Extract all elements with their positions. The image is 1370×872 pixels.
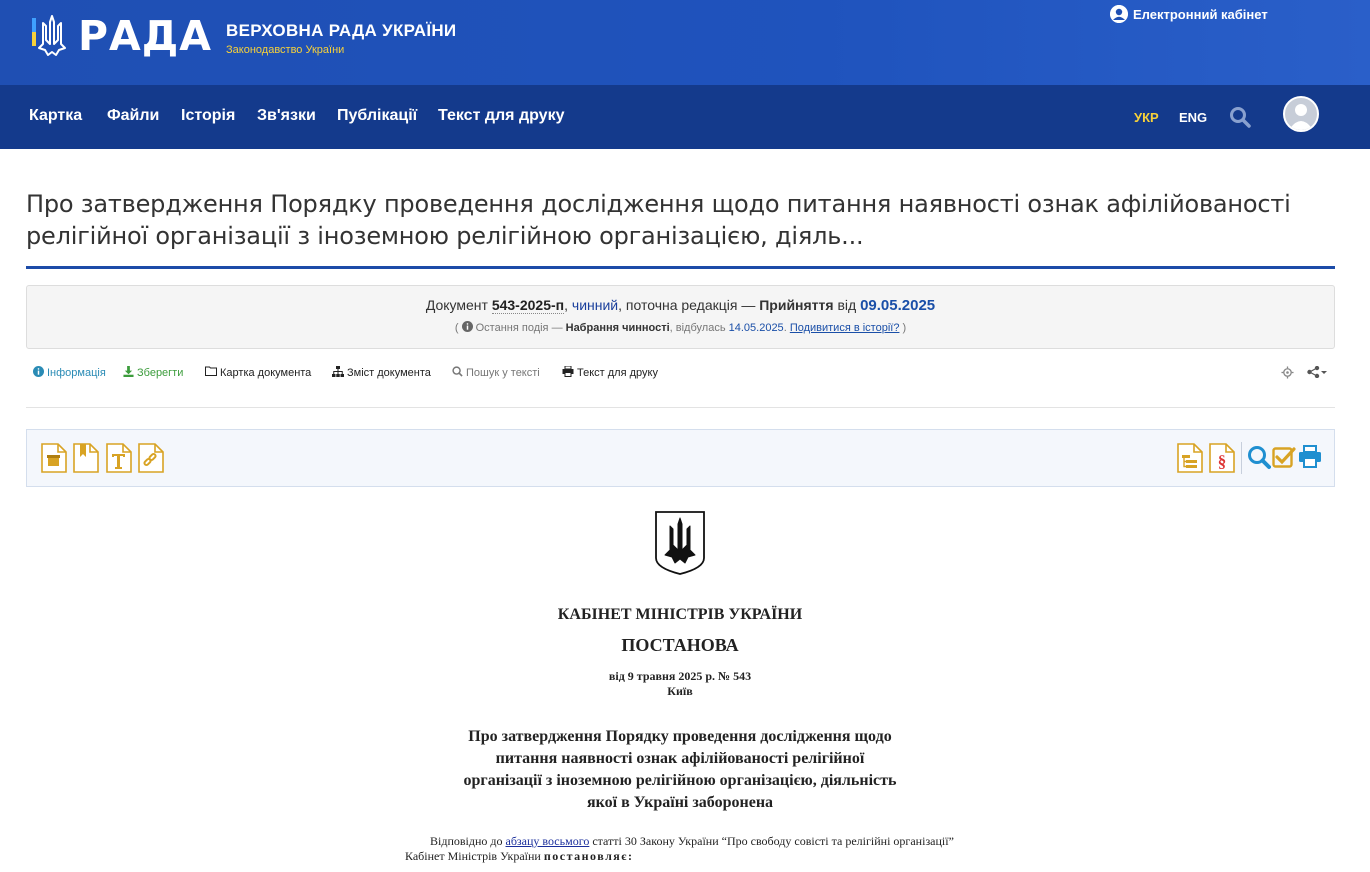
card-label: Картка документа xyxy=(220,366,312,379)
status-date: 09.05.2025 xyxy=(860,297,936,314)
page-title: Про затвердження Порядку проведення досл… xyxy=(26,190,1291,250)
logo-subtitle: Законодавство України xyxy=(226,43,345,56)
search-in-text-label: Пошук у тексті xyxy=(466,367,540,379)
status-line: Документ 543-2025-п, чинний, поточна ред… xyxy=(425,297,936,314)
info-circle-icon xyxy=(33,366,44,380)
last-event-date: 14.05.2025 xyxy=(728,322,784,334)
document-icon-bar: § xyxy=(26,429,1335,487)
status-from: від xyxy=(833,297,861,313)
avatar[interactable] xyxy=(1283,96,1319,132)
heading-line: організації з іноземною релігійною орган… xyxy=(463,772,897,789)
site-header: РАДА ВЕРХОВНА РАДА УКРАЇНИ Законодавство… xyxy=(0,0,1370,85)
last-event-prefix: Остання подія — xyxy=(475,322,566,334)
magnifier-icon[interactable] xyxy=(1247,445,1273,475)
paragraph-reference-link[interactable]: абзацу восьмого xyxy=(506,834,590,848)
save-button[interactable]: Зберегти xyxy=(123,366,183,380)
nav-item-history[interactable]: Історія xyxy=(181,107,235,125)
file-structure-icon[interactable] xyxy=(1177,443,1203,473)
checkbox-icon[interactable] xyxy=(1272,445,1298,475)
download-icon xyxy=(123,366,134,380)
document-heading: Про затвердження Порядку проведення досл… xyxy=(420,726,940,814)
last-event-name: Набрання чинності xyxy=(565,322,670,334)
toolbar-divider xyxy=(26,407,1335,408)
status-prefix: Документ xyxy=(425,297,488,313)
para-emphasis: постановляє: xyxy=(543,849,634,863)
history-link[interactable]: Подивитися в історії? xyxy=(790,322,900,334)
document-number[interactable]: 543-2025-п xyxy=(491,297,565,314)
settings-icon[interactable] xyxy=(1281,366,1294,379)
print-text-label: Текст для друку xyxy=(577,367,658,379)
svg-text:§: § xyxy=(1218,452,1227,471)
document-state[interactable]: чинний xyxy=(572,297,618,313)
search-icon[interactable] xyxy=(1229,106,1251,128)
document-date-line: від 9 травня 2025 р. № 543 xyxy=(608,669,752,683)
ecabinet-link[interactable]: Електронний кабінет xyxy=(1110,5,1268,23)
contents-button[interactable]: Зміст документа xyxy=(332,366,431,380)
status-edition: , поточна редакція — xyxy=(618,297,760,313)
file-link-icon[interactable] xyxy=(138,443,164,473)
file-text-icon[interactable] xyxy=(106,443,132,473)
coat-of-arms-icon xyxy=(654,510,706,576)
document-status-panel: Документ 543-2025-п, чинний, поточна ред… xyxy=(26,285,1335,349)
nav-item-publications[interactable]: Публікації xyxy=(337,107,417,125)
issuer-name: КАБІНЕТ МІНІСТРІВ УКРАЇНИ xyxy=(557,606,803,623)
status-event: Прийняття xyxy=(759,297,834,313)
info-circle-icon xyxy=(461,321,476,334)
logo-subtitle-block: ВЕРХОВНА РАДА УКРАЇНИ Законодавство Укра… xyxy=(226,21,456,56)
search-icon xyxy=(452,366,463,380)
logo-title: ВЕРХОВНА РАДА УКРАЇНИ xyxy=(226,20,457,40)
document-kind: ПОСТАНОВА xyxy=(621,635,739,655)
site-logo[interactable]: РАДА ВЕРХОВНА РАДА УКРАЇНИ Законодавство… xyxy=(32,14,456,58)
search-in-text-button[interactable]: Пошук у тексті xyxy=(452,366,540,380)
share-icon[interactable] xyxy=(1307,366,1329,378)
info-button[interactable]: Інформація xyxy=(33,366,106,380)
nav-item-files[interactable]: Файли xyxy=(107,107,159,125)
main-nav: Картка Файли Історія Зв'язки Публікації … xyxy=(0,85,1370,149)
logo-word: РАДА xyxy=(78,12,213,60)
heading-line: питання наявності ознак афілійованості р… xyxy=(495,750,865,767)
nav-item-links[interactable]: Зв'язки xyxy=(257,107,316,125)
icon-bar-divider xyxy=(1241,442,1242,474)
heading-line: Про затвердження Порядку проведення досл… xyxy=(468,728,892,745)
info-label: Інформація xyxy=(47,367,106,379)
last-event-line: ( Остання подія — Набрання чинності, від… xyxy=(454,321,907,334)
para-text-before: Відповідно до xyxy=(430,834,506,848)
document-city: Київ xyxy=(667,684,693,698)
nav-item-card[interactable]: Картка xyxy=(29,107,82,125)
trident-logo-icon xyxy=(32,14,74,58)
card-button[interactable]: Картка документа xyxy=(205,366,311,379)
ecabinet-label: Електронний кабінет xyxy=(1133,6,1268,22)
print-text-button[interactable]: Текст для друку xyxy=(562,365,658,380)
sitemap-icon xyxy=(332,366,344,380)
file-bookmark-icon[interactable] xyxy=(73,443,99,473)
lang-eng[interactable]: ENG xyxy=(1179,110,1207,125)
last-event-mid: , відбулась xyxy=(669,322,729,334)
file-archive-icon[interactable] xyxy=(41,443,67,473)
contents-label: Зміст документа xyxy=(347,367,431,379)
file-section-icon[interactable]: § xyxy=(1209,443,1235,473)
document-paragraph: Відповідно до абзацу восьмого статті 30 … xyxy=(405,834,965,864)
folder-icon xyxy=(205,366,217,379)
nav-item-print-text[interactable]: Текст для друку xyxy=(438,107,564,125)
user-circle-icon xyxy=(1110,5,1128,23)
printer-icon xyxy=(562,365,574,380)
title-divider xyxy=(26,266,1335,269)
heading-line: якої в Україні заборонена xyxy=(586,794,774,811)
lang-ukr[interactable]: УКР xyxy=(1134,110,1159,125)
document-toolbar: Інформація Зберегти Картка документа Змі… xyxy=(26,365,1335,386)
save-label: Зберегти xyxy=(137,367,184,379)
printer-icon[interactable] xyxy=(1298,445,1324,475)
